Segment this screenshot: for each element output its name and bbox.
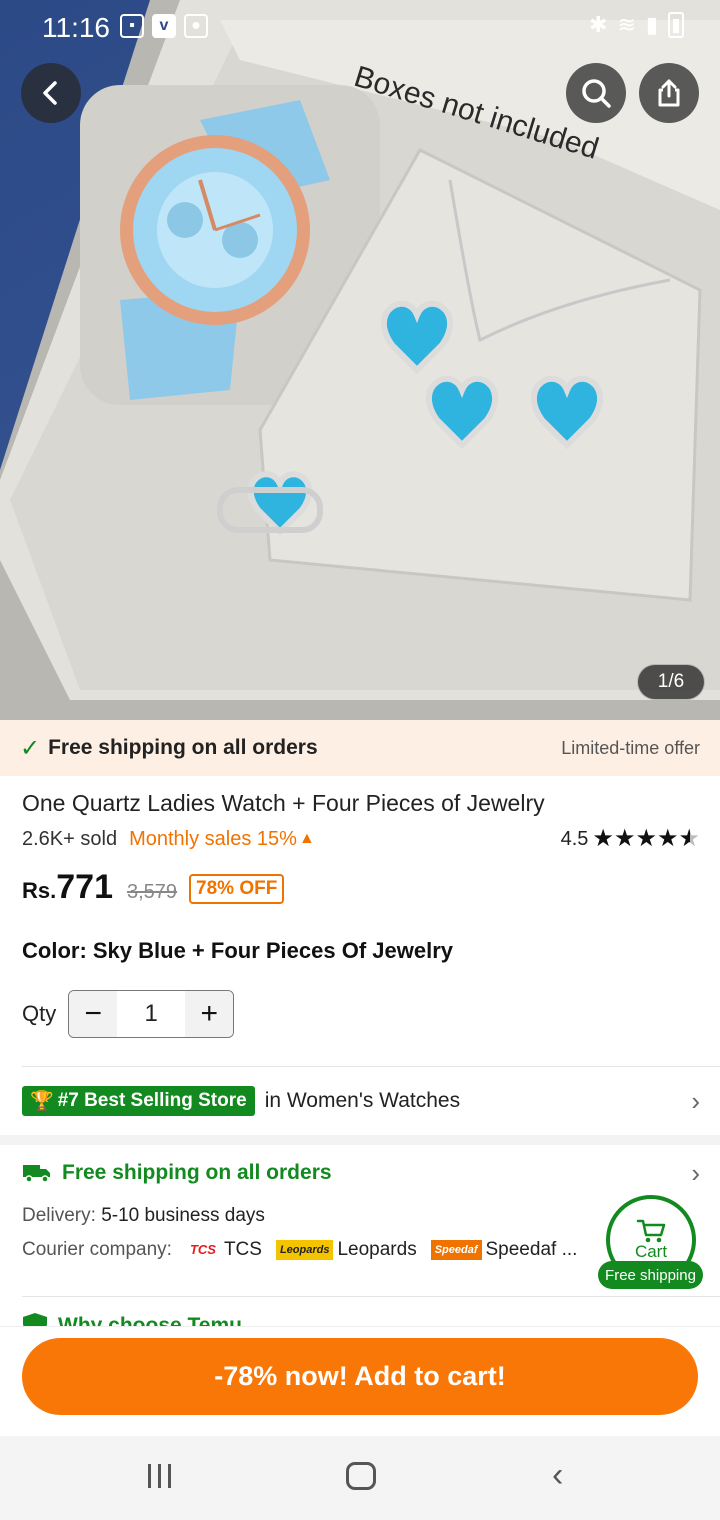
product-title: One Quartz Ladies Watch + Four Pieces of… bbox=[22, 790, 545, 816]
decrease-qty-button[interactable]: − bbox=[69, 991, 118, 1037]
battery-icon bbox=[668, 12, 684, 38]
search-button[interactable] bbox=[566, 63, 626, 123]
shipping-header[interactable]: Free shipping on all orders › bbox=[22, 1158, 700, 1188]
tcs-logo: TCS bbox=[189, 1242, 216, 1257]
courier-info: Courier company: TCS TCS Leopards Leopar… bbox=[22, 1239, 577, 1261]
nav-back-button[interactable]: ‹ bbox=[552, 1456, 563, 1495]
cart-icon bbox=[636, 1219, 666, 1243]
product-image-gallery[interactable]: Boxes not included 11:16 ▪ v ● ✱ ≋ ▮ 1/6 bbox=[0, 0, 720, 720]
currency: Rs. bbox=[22, 878, 57, 903]
color-selection[interactable]: Color: Sky Blue + Four Pieces Of Jewelry bbox=[22, 938, 453, 964]
v-app-icon: v bbox=[152, 14, 176, 38]
increase-qty-button[interactable]: + bbox=[185, 991, 234, 1037]
courier-name: Leopards bbox=[337, 1239, 417, 1260]
search-icon bbox=[582, 79, 611, 108]
back-button[interactable] bbox=[21, 63, 81, 123]
trend-up-icon: ▲ bbox=[298, 830, 315, 847]
divider bbox=[22, 1066, 720, 1067]
sold-count: 2.6K+ sold bbox=[22, 827, 118, 850]
cart-free-shipping-badge: Free shipping bbox=[598, 1261, 703, 1289]
shipping-title: Free shipping on all orders bbox=[62, 1161, 332, 1184]
bottom-action-bar: -78% now! Add to cart! bbox=[0, 1326, 720, 1436]
qty-value[interactable]: 1 bbox=[117, 991, 186, 1037]
share-button[interactable] bbox=[639, 63, 699, 123]
status-time: 11:16 bbox=[42, 12, 110, 43]
wifi-icon: ≋ bbox=[617, 12, 636, 37]
best-selling-row[interactable]: 🏆 #7 Best Selling Store in Women's Watch… bbox=[22, 1084, 700, 1118]
recents-icon bbox=[148, 1464, 151, 1488]
status-bar: 11:16 ▪ v ● ✱ ≋ ▮ bbox=[0, 0, 720, 56]
promo-text: Free shipping on all orders bbox=[48, 736, 318, 759]
trophy-icon: 🏆 bbox=[30, 1091, 54, 1112]
best-selling-label: #7 Best Selling Store bbox=[57, 1090, 247, 1111]
signal-icon: ▮ bbox=[645, 12, 658, 37]
current-price: 771 bbox=[56, 868, 113, 906]
promo-banner: ✓ Free shipping on all orders Limited-ti… bbox=[0, 720, 720, 776]
delivery-value: 5-10 business days bbox=[101, 1205, 265, 1226]
gallery-icon: ▪ bbox=[120, 14, 144, 38]
recents-button[interactable] bbox=[148, 1464, 171, 1488]
chevron-right-icon: › bbox=[691, 1157, 700, 1188]
star-rating: ★ ★ ★ ★ ★ bbox=[592, 827, 700, 851]
star-icon: ★ bbox=[613, 825, 636, 852]
sales-row: 2.6K+ sold Monthly sales 15% ▲ 4.5 ★ ★ ★… bbox=[22, 826, 700, 852]
leopards-logo: Leopards bbox=[275, 1240, 334, 1260]
system-nav-bar: ‹ bbox=[0, 1436, 720, 1520]
add-to-cart-button[interactable]: -78% now! Add to cart! bbox=[22, 1338, 698, 1415]
star-icon: ★ bbox=[592, 825, 614, 852]
recents-icon bbox=[158, 1464, 161, 1488]
courier-label: Courier company: bbox=[22, 1239, 172, 1260]
half-star-icon: ★ bbox=[678, 825, 700, 852]
delivery-label: Delivery: bbox=[22, 1205, 96, 1226]
courier-name: Speedaf ... bbox=[485, 1239, 578, 1260]
discount-badge: 78% OFF bbox=[189, 874, 285, 904]
rating[interactable]: 4.5 ★ ★ ★ ★ ★ bbox=[561, 827, 700, 851]
qty-label: Qty bbox=[22, 1001, 57, 1026]
star-icon: ★ bbox=[635, 825, 657, 852]
chevron-left-icon bbox=[43, 81, 57, 105]
monthly-sales: Monthly sales 15% bbox=[129, 827, 297, 850]
rating-value: 4.5 bbox=[560, 827, 589, 850]
delivery-info: Delivery: 5-10 business days bbox=[22, 1205, 265, 1227]
courier-name: TCS bbox=[223, 1239, 262, 1260]
quantity-stepper: − 1 + bbox=[68, 990, 235, 1038]
recents-icon bbox=[168, 1464, 171, 1488]
star-icon: ★ bbox=[656, 825, 679, 852]
check-icon: ✓ bbox=[20, 734, 41, 762]
price-row: Rs. 771 3,579 78% OFF bbox=[22, 868, 285, 912]
section-separator bbox=[0, 1135, 720, 1145]
best-selling-category: in Women's Watches bbox=[264, 1089, 461, 1112]
promo-offer: Limited-time offer bbox=[561, 737, 700, 758]
bluetooth-icon: ✱ bbox=[589, 12, 608, 37]
camera-icon: ● bbox=[184, 14, 208, 38]
truck-icon bbox=[23, 1165, 50, 1183]
image-counter: 1/6 bbox=[637, 664, 705, 700]
share-icon bbox=[658, 79, 680, 107]
home-button[interactable] bbox=[346, 1462, 376, 1490]
chevron-right-icon: › bbox=[691, 1085, 700, 1116]
cart-label: Cart bbox=[634, 1242, 668, 1261]
divider bbox=[22, 1296, 720, 1297]
original-price: 3,579 bbox=[126, 881, 178, 903]
speedaf-logo: Speedaf bbox=[430, 1240, 482, 1260]
best-selling-badge: 🏆 #7 Best Selling Store bbox=[22, 1086, 255, 1116]
quantity-row: Qty − 1 + bbox=[22, 990, 235, 1038]
